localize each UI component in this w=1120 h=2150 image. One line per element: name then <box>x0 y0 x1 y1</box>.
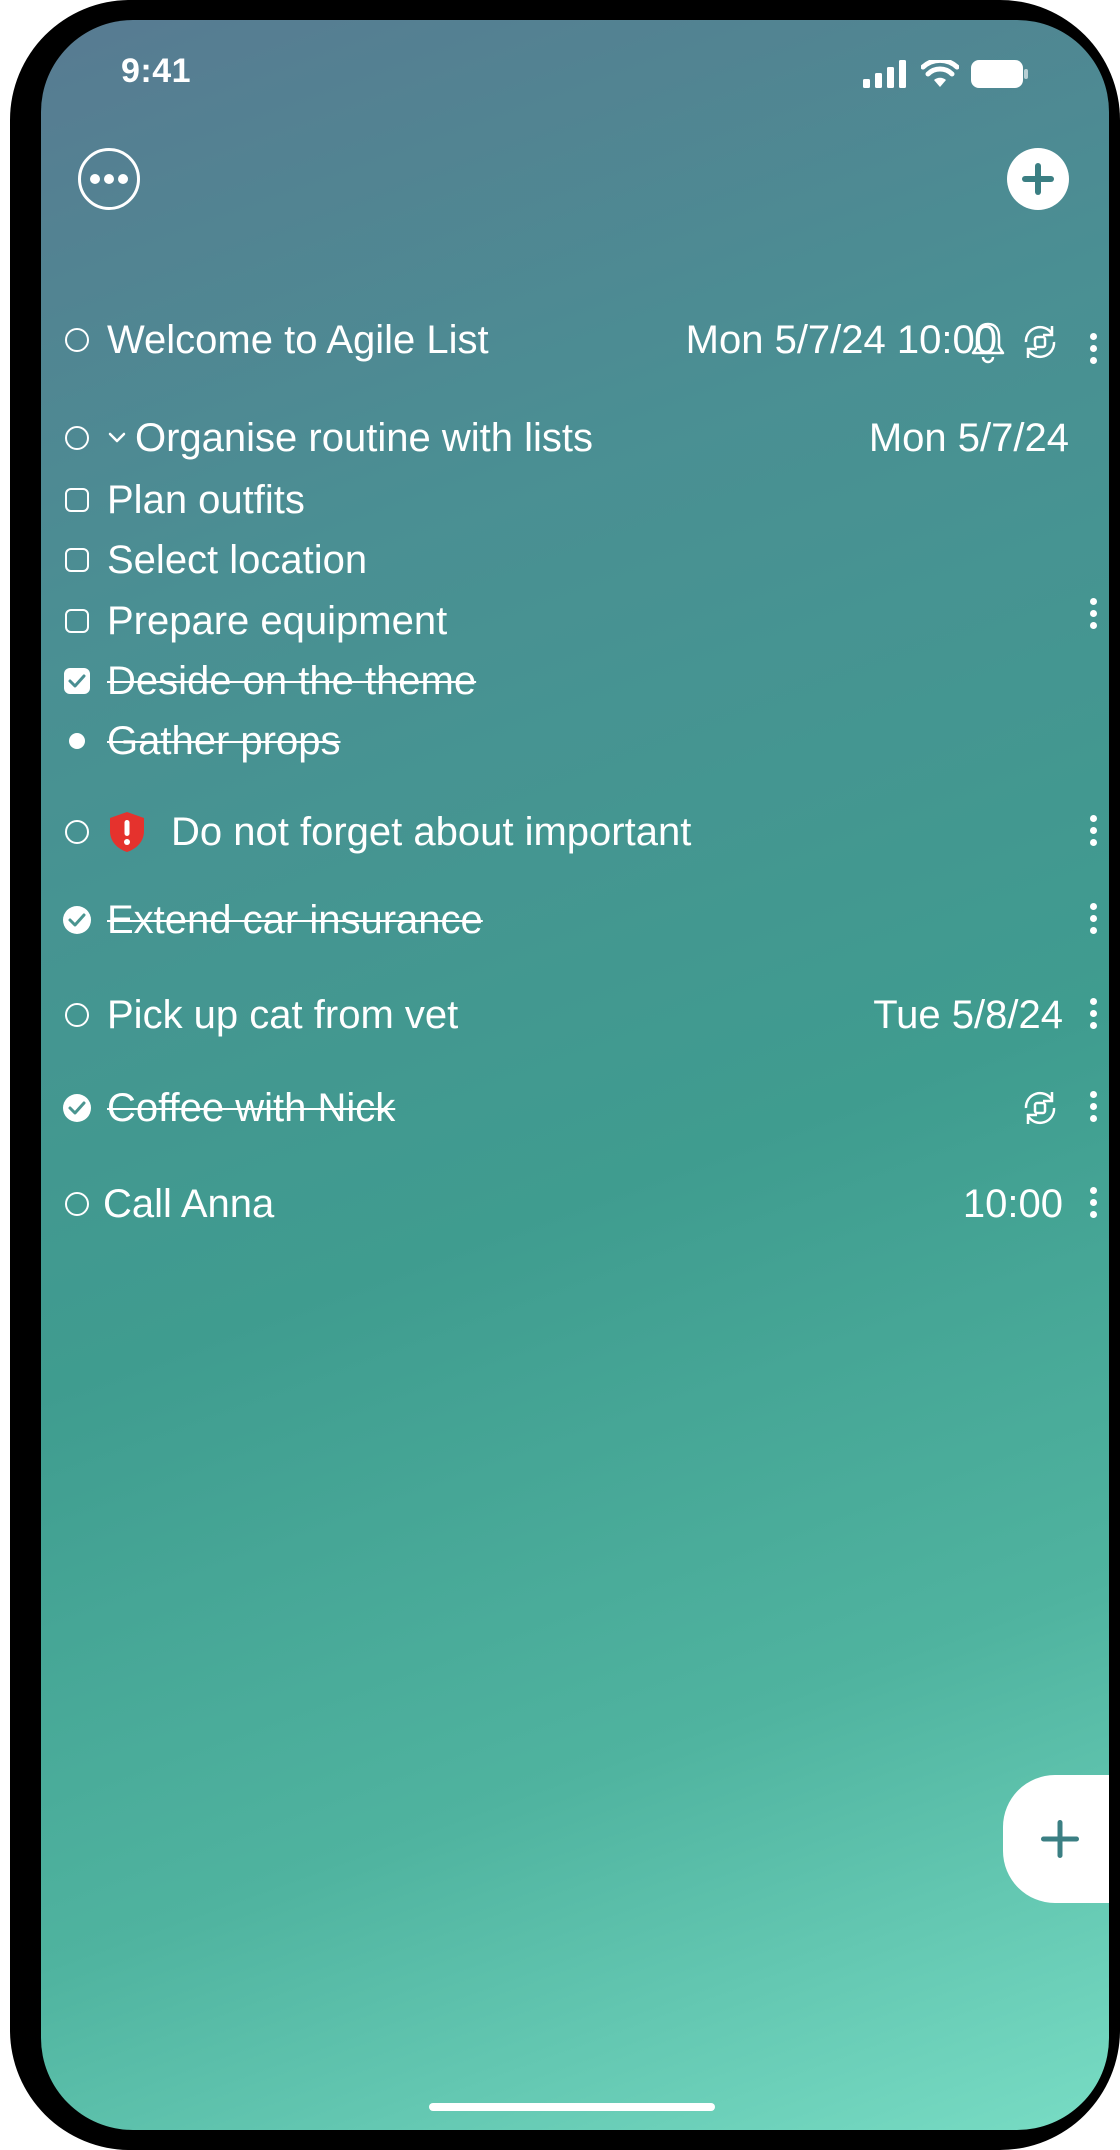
mute-switch <box>10 290 22 374</box>
task-title: Coffee with Nick <box>107 1085 396 1130</box>
task-checkbox[interactable] <box>61 816 93 848</box>
task-row[interactable]: Do not forget about important <box>61 802 1109 862</box>
plus-icon <box>1041 1820 1079 1858</box>
bullet-icon <box>69 733 85 749</box>
task-menu-button[interactable] <box>1083 598 1103 629</box>
subtask-checkbox[interactable] <box>61 605 93 637</box>
task-row[interactable]: Extend car insurance <box>61 890 1109 950</box>
task-meta: Tue 5/8/24 <box>873 985 1063 1045</box>
task-title: Pick up cat from vet <box>107 992 459 1037</box>
subtask-row[interactable]: Plan outfits <box>61 472 1109 528</box>
subtask-title: Gather props <box>107 718 341 763</box>
task-menu-button[interactable] <box>1083 815 1103 846</box>
task-menu-button[interactable] <box>1083 998 1103 1029</box>
task-meta: 10:00 <box>963 1174 1063 1234</box>
app-screen: 9:41 Welcome to Agile List Mon 5/7/24 10… <box>41 20 1109 2130</box>
task-title: Call Anna <box>103 1181 275 1226</box>
checked-square-icon <box>64 668 90 694</box>
task-title: Organise routine with lists <box>135 415 593 460</box>
checked-circle-icon <box>63 1094 91 1122</box>
volume-up-button <box>10 450 22 604</box>
subtask-checkbox[interactable] <box>61 484 93 516</box>
volume-down-button <box>10 650 22 804</box>
subtask-title: Prepare equipment <box>107 598 448 643</box>
checked-circle-icon <box>63 906 91 934</box>
subtask-title: Plan outfits <box>107 477 305 522</box>
add-task-button[interactable] <box>1007 148 1069 210</box>
repeat-icon <box>1024 1091 1056 1125</box>
wifi-icon <box>921 60 959 87</box>
task-row[interactable]: Call Anna <box>61 1174 1109 1234</box>
ellipsis-icon <box>90 174 128 184</box>
task-checkbox-checked[interactable] <box>61 904 93 936</box>
cellular-signal-icon <box>863 60 906 88</box>
subtask-row[interactable]: Gather props <box>61 713 1109 769</box>
status-time: 9:41 <box>121 52 192 90</box>
subtask-row[interactable]: Deside on the theme <box>61 653 1109 709</box>
status-icons <box>863 60 1029 88</box>
task-menu-button[interactable] <box>1083 903 1103 934</box>
task-date: Mon 5/7/24 <box>868 415 1069 460</box>
task-title: Extend car insurance <box>107 897 483 942</box>
subtask-checkbox-checked[interactable] <box>61 665 93 697</box>
task-checkbox[interactable] <box>61 1188 93 1220</box>
subtask-row[interactable]: Select location <box>61 532 1109 588</box>
subtask-bullet[interactable] <box>61 725 93 757</box>
task-date: Mon 5/7/24 10:00 <box>685 317 997 362</box>
home-indicator[interactable] <box>429 2103 715 2111</box>
task-date: 10:00 <box>962 1181 1063 1226</box>
chevron-down-icon[interactable] <box>107 431 127 445</box>
task-checkbox[interactable] <box>61 324 93 356</box>
floating-add-button[interactable] <box>1003 1775 1109 1903</box>
task-row[interactable]: Coffee with Nick <box>61 1078 1109 1138</box>
task-menu-button[interactable] <box>1083 1091 1103 1122</box>
phone-frame: 9:41 Welcome to Agile List Mon 5/7/24 10… <box>10 0 1120 2150</box>
task-date: Tue 5/8/24 <box>873 992 1063 1037</box>
plus-icon <box>1022 163 1054 195</box>
bell-icon <box>971 322 1005 364</box>
repeat-icon <box>1024 325 1056 359</box>
task-title: Do not forget about important <box>171 809 692 854</box>
subtask-checkbox[interactable] <box>61 544 93 576</box>
task-meta: Mon 5/7/24 10:00 <box>686 310 997 370</box>
important-shield-icon <box>110 812 144 852</box>
subtask-title: Deside on the theme <box>107 658 477 703</box>
task-checkbox[interactable] <box>61 999 93 1031</box>
task-menu-button[interactable] <box>1083 333 1103 364</box>
more-options-button[interactable] <box>78 148 140 210</box>
task-menu-button[interactable] <box>1083 1187 1103 1218</box>
battery-icon <box>971 60 1028 88</box>
task-checkbox-checked[interactable] <box>61 1092 93 1124</box>
subtask-row[interactable]: Prepare equipment <box>61 593 1109 649</box>
task-checkbox[interactable] <box>61 422 93 454</box>
task-meta: Mon 5/7/24 <box>869 408 1069 468</box>
task-title: Welcome to Agile List <box>107 317 489 362</box>
subtask-title: Select location <box>107 537 368 582</box>
